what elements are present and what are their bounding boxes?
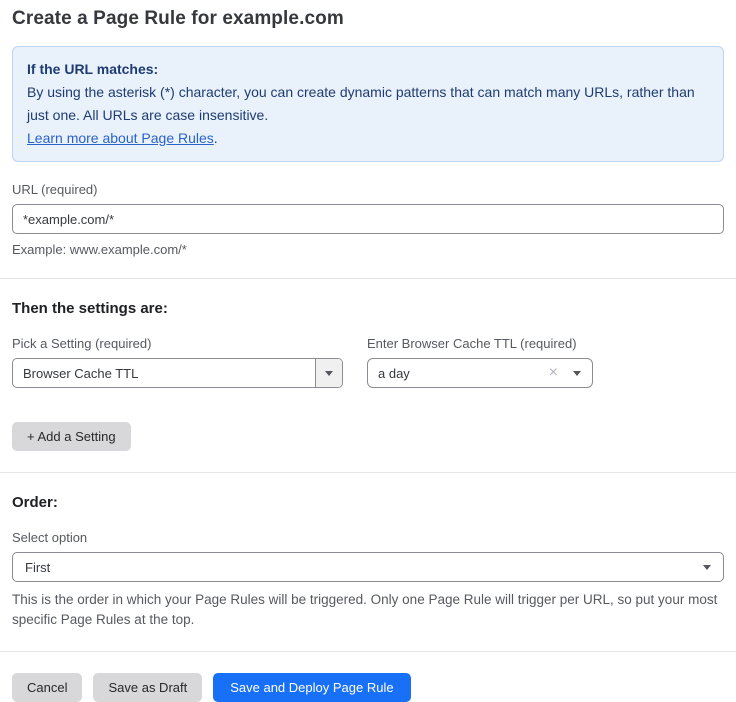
info-box-body: By using the asterisk (*) character, you… [27, 81, 709, 127]
add-setting-button[interactable]: + Add a Setting [12, 422, 131, 451]
settings-row: Pick a Setting (required) Browser Cache … [12, 336, 724, 388]
divider [0, 651, 736, 652]
info-box-heading: If the URL matches: [27, 58, 709, 81]
pick-setting-dropdown[interactable]: Browser Cache TTL [12, 358, 343, 388]
pick-setting-column: Pick a Setting (required) Browser Cache … [12, 336, 343, 388]
dropdown-arrow-box[interactable] [315, 359, 342, 387]
ttl-label: Enter Browser Cache TTL (required) [367, 336, 593, 351]
order-section-heading: Order: [12, 494, 724, 511]
learn-more-link[interactable]: Learn more about Page Rules [27, 130, 214, 146]
chevron-down-icon [703, 565, 711, 570]
cancel-button[interactable]: Cancel [12, 673, 82, 702]
form-actions: Cancel Save as Draft Save and Deploy Pag… [12, 673, 724, 702]
ttl-column: Enter Browser Cache TTL (required) a day… [367, 336, 593, 388]
divider [0, 278, 736, 279]
chevron-down-icon [573, 371, 581, 376]
pick-setting-label: Pick a Setting (required) [12, 336, 343, 351]
chevron-down-icon [325, 371, 333, 376]
order-help-text: This is the order in which your Page Rul… [12, 590, 724, 630]
link-suffix: . [214, 130, 218, 146]
page-title: Create a Page Rule for example.com [12, 8, 724, 30]
info-box-link-line: Learn more about Page Rules. [27, 127, 709, 150]
url-example-hint: Example: www.example.com/* [12, 242, 724, 257]
url-field-label: URL (required) [12, 182, 724, 197]
clear-icon[interactable]: × [549, 365, 558, 381]
save-and-deploy-button[interactable]: Save and Deploy Page Rule [213, 673, 410, 702]
order-select-label: Select option [12, 530, 724, 545]
pick-setting-value: Browser Cache TTL [13, 366, 315, 381]
page-rule-form: Create a Page Rule for example.com If th… [0, 0, 736, 702]
url-match-info-box: If the URL matches: By using the asteris… [12, 46, 724, 162]
order-select-value: First [25, 560, 50, 575]
settings-section-heading: Then the settings are: [12, 300, 724, 317]
divider [0, 472, 736, 473]
ttl-dropdown[interactable]: a day × [367, 358, 593, 388]
order-select[interactable]: First [12, 552, 724, 582]
save-as-draft-button[interactable]: Save as Draft [93, 673, 202, 702]
url-input[interactable] [12, 204, 724, 234]
ttl-value: a day [368, 366, 549, 381]
